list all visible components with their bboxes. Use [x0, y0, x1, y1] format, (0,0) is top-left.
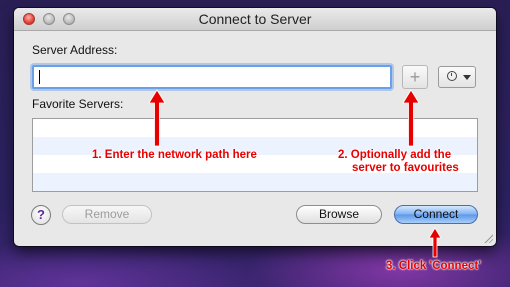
server-address-input[interactable]: [32, 65, 392, 89]
title-bar[interactable]: Connect to Server: [14, 8, 496, 31]
connect-to-server-dialog: Connect to Server Server Address: + Favo…: [14, 8, 496, 246]
annotation-step-2-line-1: 2. Optionally add the: [338, 149, 452, 161]
text-caret: [39, 70, 40, 84]
clock-icon: [447, 71, 457, 81]
annotation-step-2-line-2: server to favourites: [352, 162, 459, 174]
chevron-down-icon: [463, 75, 471, 80]
list-row-stripe: [33, 173, 477, 191]
window-title: Connect to Server: [198, 11, 312, 27]
resize-grip[interactable]: [483, 233, 493, 243]
connect-button[interactable]: Connect: [394, 205, 478, 224]
help-button[interactable]: ?: [31, 205, 51, 225]
recent-servers-button[interactable]: [438, 66, 476, 88]
browse-button[interactable]: Browse: [296, 205, 382, 224]
server-address-label: Server Address:: [32, 43, 118, 57]
annotation-step-3: 3. Click 'Connect': [386, 260, 481, 272]
remove-button[interactable]: Remove: [62, 205, 152, 224]
annotation-step-1: 1. Enter the network path here: [92, 149, 257, 161]
add-favorite-button[interactable]: +: [402, 65, 428, 89]
favorite-servers-label: Favorite Servers:: [32, 97, 124, 111]
